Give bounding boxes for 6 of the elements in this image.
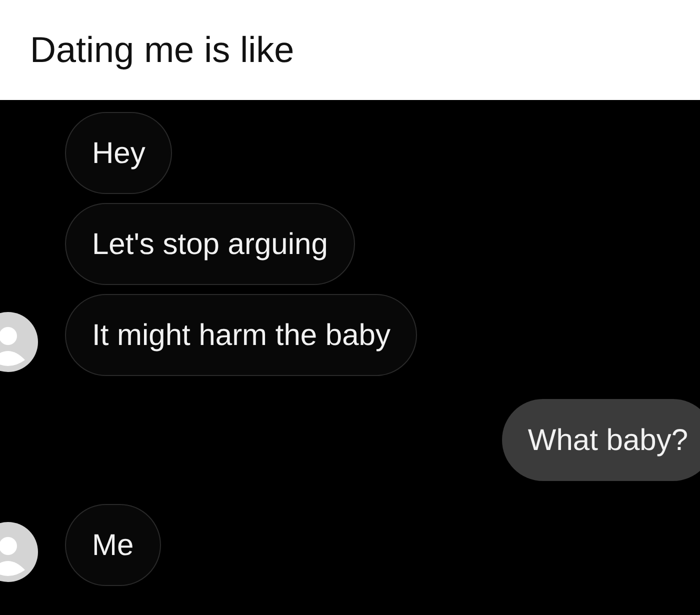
received-message-bubble: It might harm the baby	[65, 294, 418, 376]
received-message-bubble: Hey	[65, 112, 172, 194]
received-message-bubble: Let's stop arguing	[65, 203, 355, 285]
sent-message-bubble: What baby?	[502, 399, 700, 481]
caption: Dating me is like	[30, 28, 294, 72]
received-message-bubble: Me	[65, 504, 161, 586]
